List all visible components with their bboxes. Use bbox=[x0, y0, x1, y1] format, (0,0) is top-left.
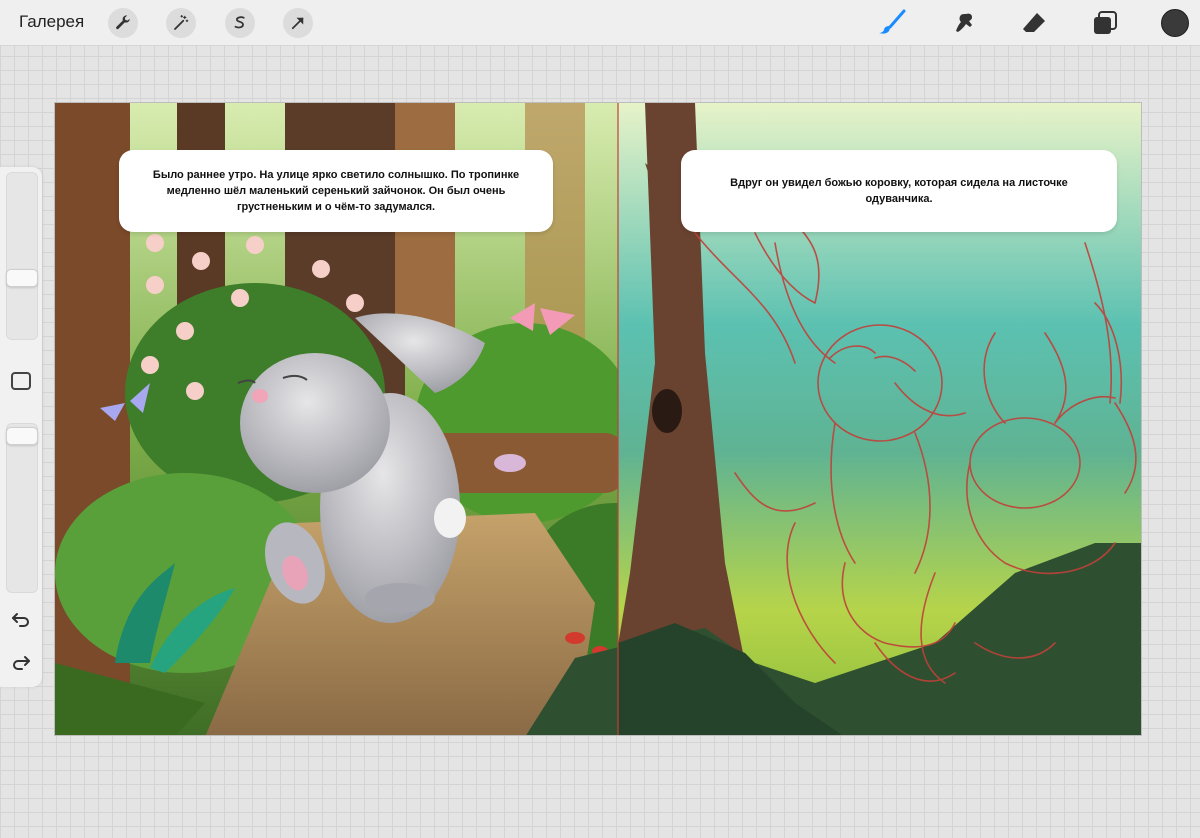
left-page-text: Было раннее утро. На улице ярко светило … bbox=[152, 169, 520, 213]
eraser-icon bbox=[1023, 13, 1045, 32]
magic-wand-icon bbox=[174, 14, 189, 30]
color-picker-swatch[interactable] bbox=[1161, 9, 1189, 37]
smudge-icon bbox=[956, 13, 972, 32]
selection-button[interactable] bbox=[225, 8, 255, 38]
actions-button[interactable] bbox=[108, 8, 138, 38]
adjustments-button[interactable] bbox=[166, 8, 196, 38]
undo-icon bbox=[12, 613, 29, 627]
layers-icon bbox=[1094, 11, 1117, 34]
redo-button[interactable] bbox=[10, 651, 32, 673]
transform-button[interactable] bbox=[283, 8, 313, 38]
brush-size-slider[interactable] bbox=[6, 172, 38, 340]
left-page-text-box[interactable]: Было раннее утро. На улице ярко светило … bbox=[119, 150, 553, 232]
wrench-icon bbox=[116, 15, 130, 30]
modify-square-button[interactable] bbox=[11, 372, 31, 390]
redo-icon bbox=[13, 656, 30, 670]
top-toolbar: Галерея bbox=[0, 0, 1200, 46]
brush-size-thumb[interactable] bbox=[6, 269, 38, 287]
brush-icon bbox=[879, 9, 906, 34]
opacity-thumb[interactable] bbox=[6, 427, 38, 445]
layers-button[interactable] bbox=[1090, 8, 1120, 38]
eraser-tool-button[interactable] bbox=[1019, 8, 1049, 38]
left-sidebar bbox=[0, 167, 42, 687]
transform-arrow-icon bbox=[291, 17, 304, 30]
drawing-canvas[interactable]: Было раннее утро. На улице ярко светило … bbox=[54, 102, 1142, 736]
undo-button[interactable] bbox=[10, 608, 32, 630]
smudge-tool-button[interactable] bbox=[950, 8, 980, 38]
selection-icon bbox=[234, 16, 245, 29]
brush-tool-button[interactable] bbox=[877, 8, 907, 38]
right-page-text: Вдруг он увидел божью коровку, которая с… bbox=[730, 177, 1068, 205]
opacity-slider[interactable] bbox=[6, 423, 38, 593]
gallery-button[interactable]: Галерея bbox=[19, 12, 84, 32]
right-page-text-box[interactable]: Вдруг он увидел божью коровку, которая с… bbox=[681, 150, 1117, 232]
